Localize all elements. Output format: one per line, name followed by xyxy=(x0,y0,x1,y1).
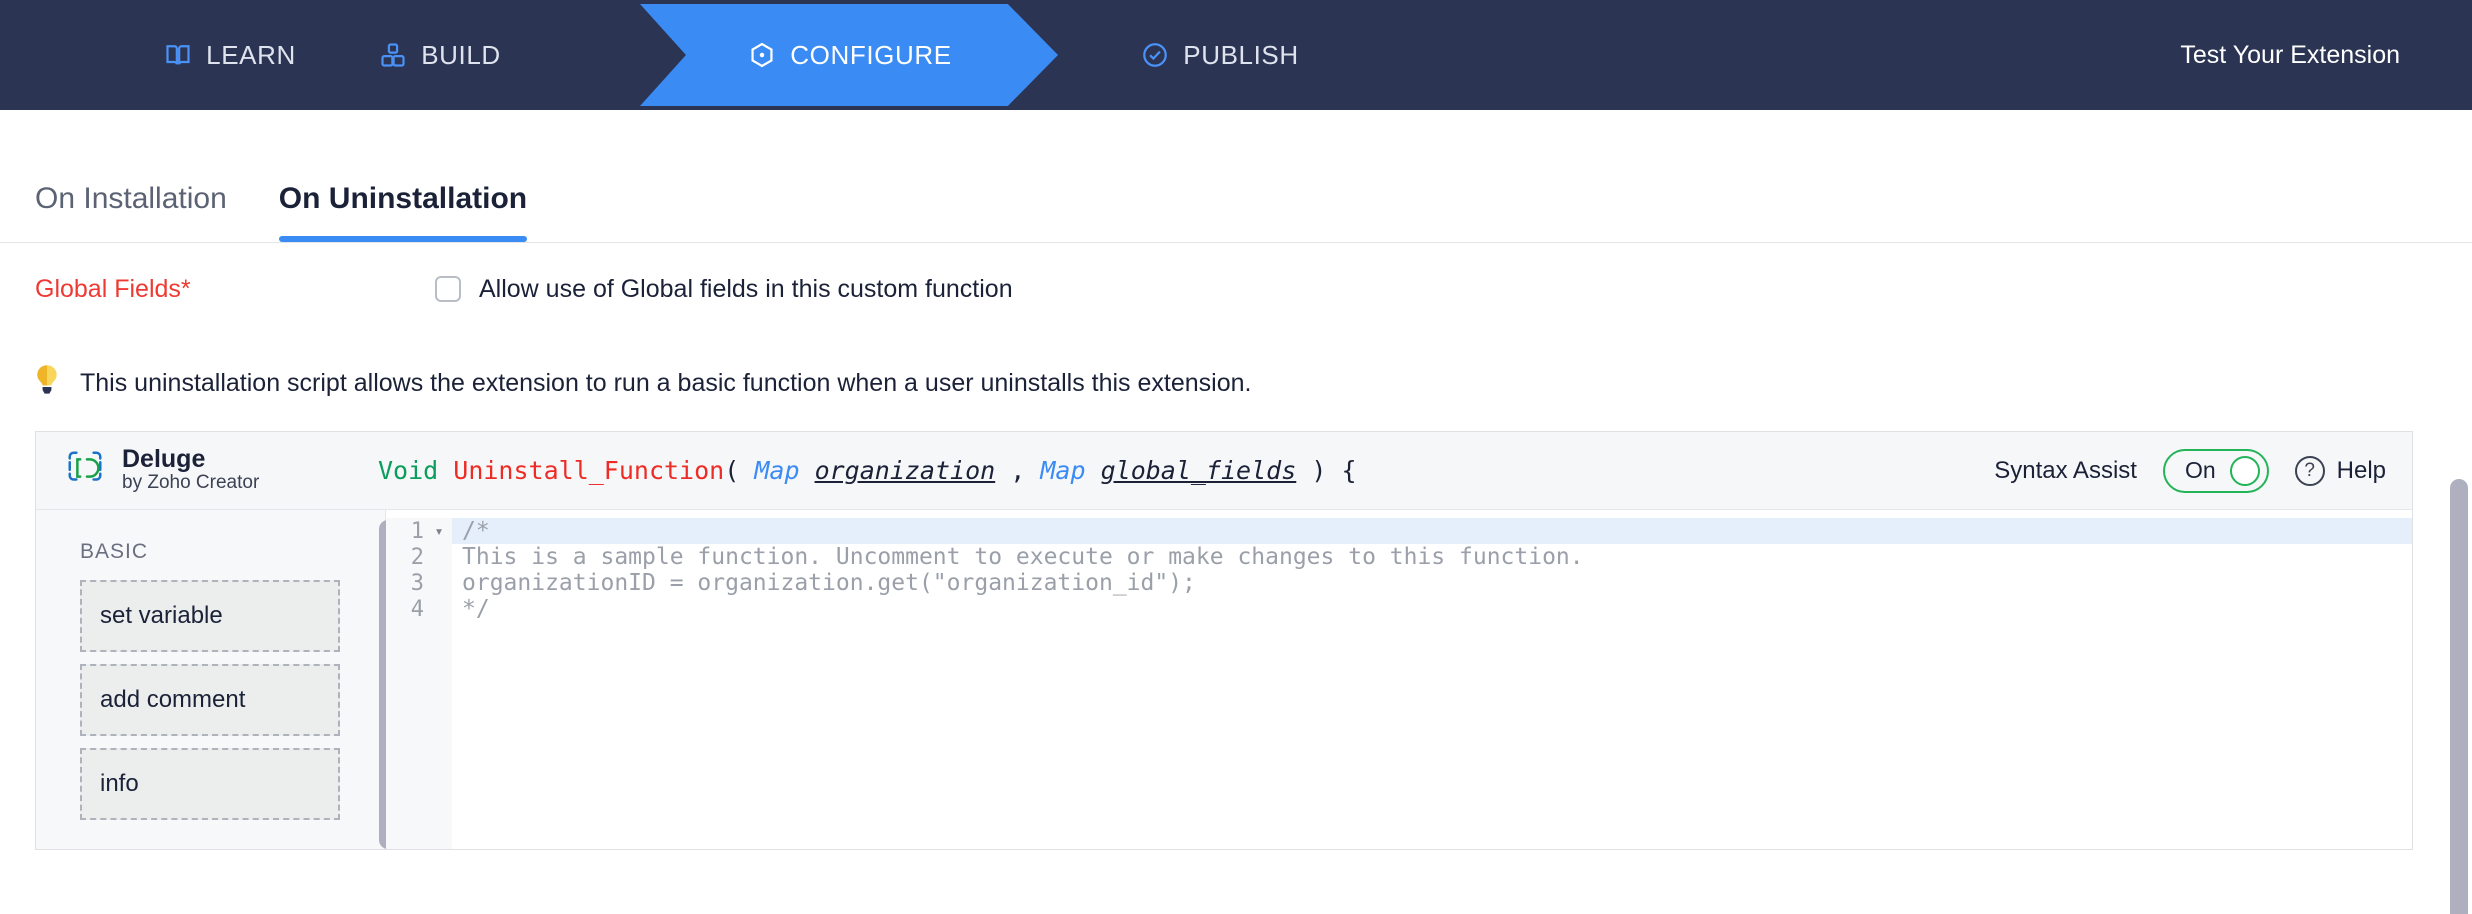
signature-open-brace: { xyxy=(1341,456,1357,485)
gutter-row: 4 xyxy=(386,596,452,622)
gutter-row: 2 xyxy=(386,544,452,570)
deluge-brackets-icon xyxy=(64,447,106,494)
signature-close-paren: ) xyxy=(1311,456,1327,485)
line-number: 4 xyxy=(410,596,424,622)
nav-step-publish-label: PUBLISH xyxy=(1183,39,1299,70)
palette-item-set-variable[interactable]: set variable xyxy=(80,580,340,652)
signature-separator: , xyxy=(1010,456,1026,485)
palette-item-info[interactable]: info xyxy=(80,748,340,820)
gear-dot-icon xyxy=(748,41,776,69)
signature-param-1-type: Map xyxy=(1040,456,1086,485)
editor-header: Deluge by Zoho Creator Void Uninstall_Fu… xyxy=(36,432,2412,510)
nav-step-build-label: BUILD xyxy=(421,39,501,70)
test-your-extension-button[interactable]: Test Your Extension xyxy=(2180,0,2472,110)
signature-function-name: Uninstall_Function xyxy=(453,456,725,485)
nav-step-configure-label: CONFIGURE xyxy=(790,39,952,70)
function-signature: Void Uninstall_Function( Map organizatio… xyxy=(364,456,1994,485)
test-your-extension-label: Test Your Extension xyxy=(2180,40,2400,69)
palette-section-title: BASIC xyxy=(80,540,149,563)
signature-open-paren: ( xyxy=(724,456,740,485)
code-line[interactable]: organizationID = organization.get("organ… xyxy=(452,570,2412,596)
code-lines[interactable]: /* This is a sample function. Uncomment … xyxy=(452,518,2412,849)
line-number: 3 xyxy=(410,570,424,596)
global-fields-checkbox-group[interactable]: Allow use of Global fields in this custo… xyxy=(435,275,1013,304)
signature-param-1-name: global_fields xyxy=(1100,456,1297,485)
syntax-assist-toggle[interactable]: On xyxy=(2162,448,2269,493)
help-button[interactable]: ? Help xyxy=(2294,455,2386,486)
hint-text: This uninstallation script allows the ex… xyxy=(80,368,1252,397)
help-label: Help xyxy=(2336,456,2386,484)
syntax-assist-label: Syntax Assist xyxy=(1994,456,2137,484)
signature-param-0-name: organization xyxy=(814,456,996,485)
palette-item-label: add comment xyxy=(100,686,246,713)
palette-item-label: set variable xyxy=(100,602,223,629)
code-line[interactable]: This is a sample function. Uncomment to … xyxy=(452,544,2412,570)
global-fields-row: Global Fields* Allow use of Global field… xyxy=(0,243,2472,335)
deluge-brand: Deluge by Zoho Creator xyxy=(64,446,364,495)
toggle-knob xyxy=(2229,455,2260,486)
editor-header-actions: Syntax Assist On ? Help xyxy=(1994,448,2386,493)
global-fields-checkbox[interactable] xyxy=(435,276,461,302)
hint-banner: This uninstallation script allows the ex… xyxy=(0,335,2472,431)
tab-on-installation-label: On Installation xyxy=(35,182,227,215)
line-number: 2 xyxy=(410,544,424,570)
global-fields-label: Global Fields* xyxy=(35,274,191,303)
signature-return-type: Void xyxy=(378,456,439,485)
tab-on-uninstallation[interactable]: On Uninstallation xyxy=(278,182,528,242)
blocks-icon xyxy=(379,41,407,69)
editor-body: BASIC set variable add comment info 1 ▾ xyxy=(36,510,2412,849)
page-scrollbar-thumb[interactable] xyxy=(2450,479,2468,914)
code-line[interactable]: /* xyxy=(452,518,2412,544)
main-content: Global Fields* Allow use of Global field… xyxy=(0,243,2472,914)
tab-on-installation[interactable]: On Installation xyxy=(35,182,227,242)
line-number: 1 xyxy=(410,518,424,544)
snippet-palette: BASIC set variable add comment info xyxy=(36,510,397,849)
global-fields-checkbox-label: Allow use of Global fields in this custo… xyxy=(479,274,1013,303)
top-navigation-bar: LEARN BUILD CONFIGURE PUBLISH Test Your … xyxy=(0,0,2472,110)
gutter-row: 1 ▾ xyxy=(386,518,452,544)
deluge-byline: by Zoho Creator xyxy=(122,472,260,494)
lightbulb-icon xyxy=(30,363,64,404)
check-circle-icon xyxy=(1141,41,1169,69)
line-number-gutter: 1 ▾ 2 3 4 xyxy=(386,518,452,849)
nav-step-build[interactable]: BUILD xyxy=(330,0,550,110)
question-circle-icon: ? xyxy=(2294,455,2325,486)
syntax-assist-state: On xyxy=(2184,457,2216,483)
nav-step-learn[interactable]: LEARN xyxy=(120,0,340,110)
deluge-editor-card: Deluge by Zoho Creator Void Uninstall_Fu… xyxy=(35,431,2413,850)
nav-step-publish[interactable]: PUBLISH xyxy=(1090,0,1350,110)
signature-param-0-type: Map xyxy=(754,456,800,485)
gutter-row: 3 xyxy=(386,570,452,596)
nav-steps: LEARN BUILD CONFIGURE PUBLISH xyxy=(0,0,2472,110)
fold-arrow-icon[interactable]: ▾ xyxy=(432,522,446,540)
palette-item-label: info xyxy=(100,770,139,797)
code-line[interactable]: */ xyxy=(452,596,2412,622)
book-icon xyxy=(164,41,192,69)
nav-step-configure[interactable]: CONFIGURE xyxy=(660,0,1040,110)
code-editor[interactable]: 1 ▾ 2 3 4 /* This is a sample function. … xyxy=(386,510,2412,849)
nav-step-learn-label: LEARN xyxy=(206,39,296,70)
tab-bar: On Installation On Uninstallation xyxy=(0,110,2472,243)
palette-item-add-comment[interactable]: add comment xyxy=(80,664,340,736)
deluge-name: Deluge xyxy=(122,444,206,473)
tab-on-uninstallation-label: On Uninstallation xyxy=(278,182,528,215)
